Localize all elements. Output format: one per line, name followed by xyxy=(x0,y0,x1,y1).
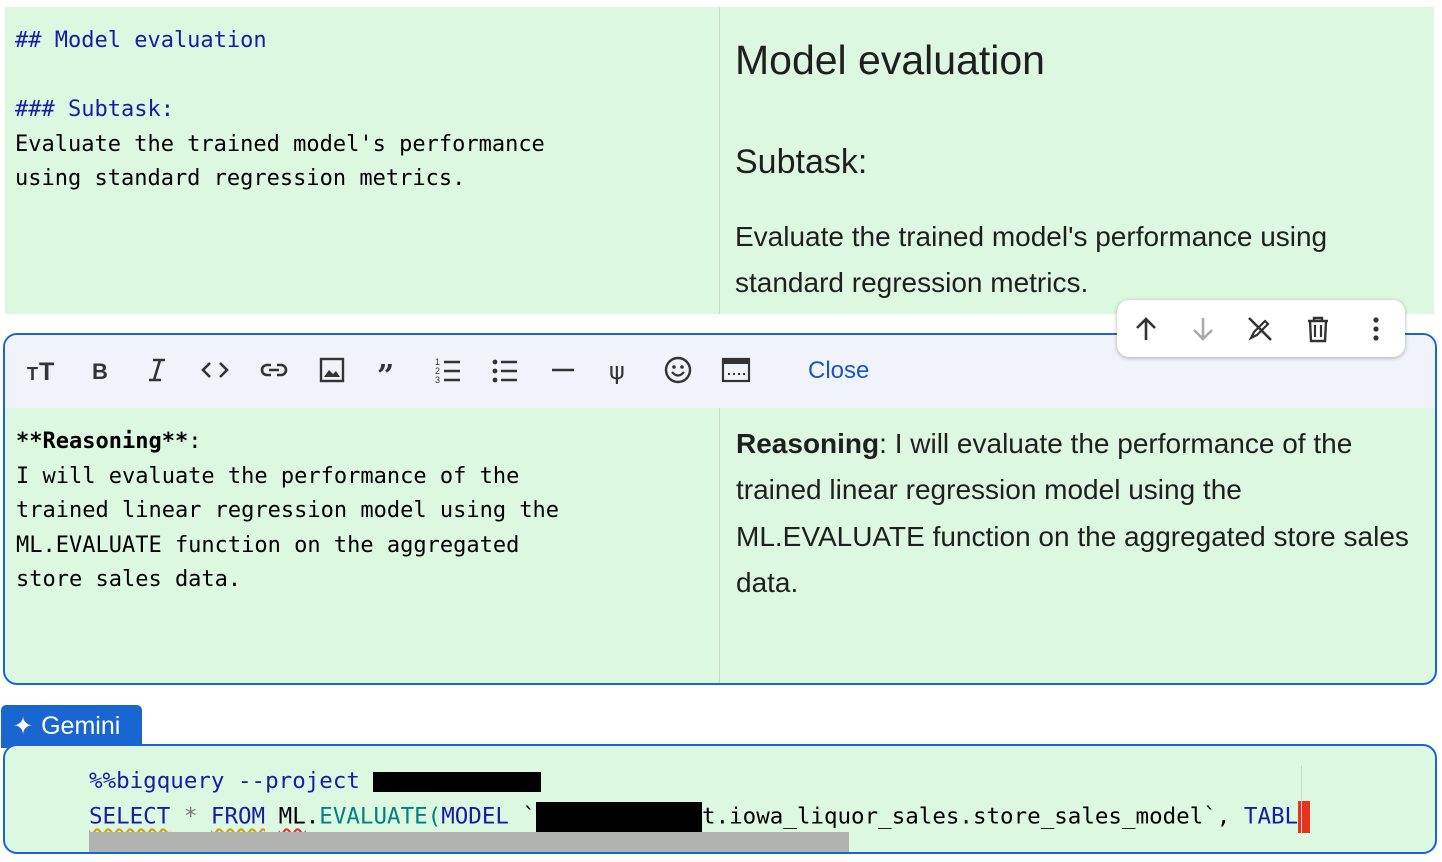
svg-text:B: B xyxy=(92,359,108,384)
sql-model-path: t.iowa_liquor_sales.store_sales_model`, xyxy=(702,803,1244,830)
horizontal-scrollbar[interactable] xyxy=(89,832,849,852)
rendered-paragraph: Evaluate the trained model's performance… xyxy=(735,221,1328,298)
rendered-heading: Model evaluation xyxy=(735,37,1045,83)
image-icon[interactable] xyxy=(313,351,351,389)
source-h2-line: ## Model evaluation xyxy=(15,28,267,53)
italic-icon[interactable] xyxy=(138,351,176,389)
no-edit-icon[interactable] xyxy=(1241,310,1279,348)
source-colon: : xyxy=(188,429,202,454)
markdown-cell-body: **Reasoning**: I will evaluate the perfo… xyxy=(5,408,1435,683)
gemini-button[interactable]: ✦ Gemini xyxy=(1,705,142,748)
trash-icon[interactable] xyxy=(1299,310,1337,348)
markdown-source[interactable]: **Reasoning**: I will evaluate the perfo… xyxy=(16,425,559,598)
terminal-icon[interactable] xyxy=(717,351,755,389)
redacted-project-name xyxy=(536,802,703,832)
svg-text:T: T xyxy=(27,364,38,384)
sql-from-keyword: FROM xyxy=(210,803,266,830)
sql-table-keyword: TABL xyxy=(1243,803,1299,830)
source-text-line-2: using standard regression metrics. xyxy=(15,166,466,191)
markdown-source[interactable]: ## Model evaluation ### Subtask: Evaluat… xyxy=(15,24,545,197)
sql-ml-namespace: ML xyxy=(278,803,306,830)
markdown-cell-reasoning[interactable]: TT B ” 123 ψ Close **Reasoning**: I will… xyxy=(3,333,1437,685)
editor-preview-divider xyxy=(719,7,720,314)
svg-text:”: ” xyxy=(377,359,394,385)
source-text-line-3: ML.EVALUATE function on the aggregated xyxy=(16,532,520,558)
link-icon[interactable] xyxy=(255,351,293,389)
code-line-2[interactable]: SELECT * FROM ML.EVALUATE(MODEL ` t.iowa_… xyxy=(89,801,1311,833)
numbered-list-icon[interactable]: 123 xyxy=(429,351,467,389)
source-bold-text: **Reasoning** xyxy=(16,429,189,454)
svg-text:3: 3 xyxy=(435,375,440,385)
psi-icon[interactable]: ψ xyxy=(601,351,639,389)
emoji-icon[interactable] xyxy=(659,351,697,389)
sql-evaluate-function: EVALUATE( xyxy=(319,803,442,830)
editor-preview-divider xyxy=(719,408,720,683)
horizontal-rule-icon[interactable] xyxy=(544,351,582,389)
source-text-line-1: I will evaluate the performance of the xyxy=(16,463,520,489)
svg-text:ψ: ψ xyxy=(609,357,625,385)
rendered-paragraph: Reasoning: I will evaluate the performan… xyxy=(736,421,1416,606)
code-line-1[interactable]: %%bigquery --project xyxy=(89,768,542,794)
bold-icon[interactable]: B xyxy=(81,351,119,389)
sql-star: * xyxy=(183,803,198,830)
source-text-line-2: trained linear regression model using th… xyxy=(16,498,560,523)
line-length-ruler xyxy=(1301,766,1302,834)
sparkle-icon: ✦ xyxy=(13,713,34,740)
markdown-cell-model-evaluation[interactable]: ## Model evaluation ### Subtask: Evaluat… xyxy=(5,7,1434,314)
rendered-bold: Reasoning xyxy=(736,428,880,459)
quote-icon[interactable]: ” xyxy=(371,351,409,389)
source-text-line-4: store sales data. xyxy=(16,567,242,592)
cell-action-toolbar xyxy=(1117,300,1405,357)
sql-select-keyword: SELECT xyxy=(89,803,171,830)
sql-dot: . xyxy=(305,803,320,830)
source-h3-line: ### Subtask: xyxy=(15,97,174,122)
svg-text:T: T xyxy=(39,358,54,385)
redacted-project-id xyxy=(373,771,542,792)
source-text-line-1: Evaluate the trained model's performance xyxy=(15,131,545,157)
bigquery-magic: %%bigquery --project xyxy=(89,768,360,794)
sql-backtick: ` xyxy=(508,803,537,830)
text-size-icon[interactable]: TT xyxy=(22,351,60,389)
more-vert-icon[interactable] xyxy=(1357,310,1395,348)
code-cell[interactable]: %%bigquery --project SELECT * FROM ML.EV… xyxy=(3,744,1437,854)
close-button[interactable]: Close xyxy=(808,357,869,385)
arrow-down-icon[interactable] xyxy=(1184,310,1222,348)
rendered-subheading: Subtask: xyxy=(735,143,868,181)
code-icon[interactable] xyxy=(196,351,234,389)
sql-model-keyword: MODEL xyxy=(441,803,509,830)
text-cursor xyxy=(1298,801,1311,833)
gemini-label: Gemini xyxy=(41,712,121,740)
arrow-up-icon[interactable] xyxy=(1127,310,1165,348)
bullet-list-icon[interactable] xyxy=(486,351,524,389)
